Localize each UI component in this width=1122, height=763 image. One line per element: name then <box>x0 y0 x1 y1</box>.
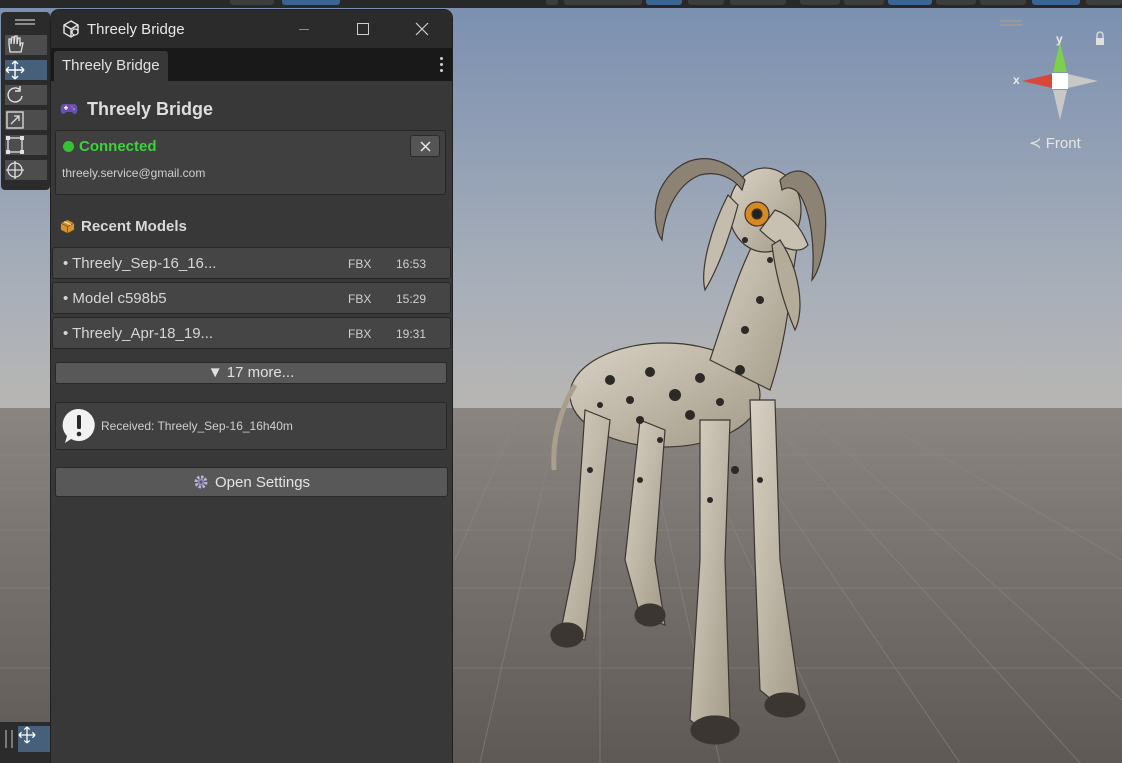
recent-model-row[interactable]: • Threely_Apr-18_19... FBX 19:31 <box>52 317 451 349</box>
transform-tool-icon <box>6 161 24 179</box>
hand-tool-icon <box>8 35 24 53</box>
view-mode-toggle[interactable]: ≺ Front <box>1029 134 1081 152</box>
toolbar-segment[interactable] <box>844 0 884 5</box>
panel-title: Threely Bridge <box>87 98 214 119</box>
toolbar-segment[interactable] <box>1086 0 1122 5</box>
panel-header: Threely Bridge <box>60 96 213 122</box>
toolbar-segment[interactable] <box>546 0 558 5</box>
scene-top-toolbar <box>0 0 1122 8</box>
toolbar-segment[interactable] <box>980 0 1026 5</box>
model-format: FBX <box>348 327 372 341</box>
exclamation-bubble-icon <box>62 408 95 443</box>
app-cube-icon <box>63 20 79 38</box>
rect-tool-icon <box>6 136 24 154</box>
chevron-left-icon: ≺ <box>1029 135 1042 152</box>
gamepad-icon <box>60 104 78 114</box>
toolbar-segment[interactable] <box>800 0 840 5</box>
toolbar-segment[interactable] <box>888 0 932 5</box>
overlay-toolbar-grip[interactable] <box>5 730 13 748</box>
rotate-tool-button[interactable] <box>4 84 48 106</box>
account-email: threely.service@gmail.com <box>62 166 206 180</box>
move-tool-button-small[interactable] <box>18 726 52 752</box>
threely-bridge-window: Threely Bridge Threely Bridge Threely Br… <box>51 10 452 763</box>
show-more-button[interactable]: ▼ 17 more... <box>55 362 447 384</box>
view-mode-label: Front <box>1045 135 1081 152</box>
connection-status-box: Connected threely.service@gmail.com <box>55 130 446 195</box>
tool-palette-grip[interactable] <box>15 19 35 25</box>
minimize-icon <box>299 28 309 30</box>
model-time: 19:31 <box>396 327 427 341</box>
orientation-gizmo[interactable]: y x ≺ Front <box>1000 16 1122 166</box>
model-format: FBX <box>348 257 372 271</box>
rotate-tool-icon <box>7 86 23 103</box>
move-tool-icon <box>5 60 25 80</box>
tab-threely-bridge[interactable]: Threely Bridge <box>54 51 168 81</box>
recent-models-label: Recent Models <box>81 217 187 235</box>
toolbar-segment[interactable] <box>564 0 642 5</box>
toolbar-segment[interactable] <box>936 0 976 5</box>
toolbar-segment[interactable] <box>282 0 340 5</box>
notification-message: Received: Threely_Sep-16_16h40m <box>101 419 293 433</box>
open-settings-label: Open Settings <box>214 473 311 491</box>
tab-strip: Threely Bridge <box>51 48 452 81</box>
open-settings-button[interactable]: Open Settings <box>55 467 448 497</box>
toolbar-segment[interactable] <box>730 0 786 5</box>
model-format: FBX <box>348 292 372 306</box>
model-name: • Threely_Apr-18_19... <box>63 325 214 342</box>
maximize-icon <box>357 23 369 35</box>
scale-tool-icon <box>6 111 24 129</box>
recent-models-header: Recent Models <box>60 216 187 236</box>
connection-status: Connected <box>79 138 157 155</box>
tool-palette <box>1 12 50 190</box>
toolbar-segment[interactable] <box>688 0 724 5</box>
window-title: Threely Bridge <box>87 21 185 38</box>
maximize-button[interactable] <box>335 10 391 48</box>
model-time: 16:53 <box>396 257 427 271</box>
window-title-bar[interactable]: Threely Bridge <box>51 10 452 48</box>
model-name: • Model c598b5 <box>63 290 167 307</box>
model-name: • Threely_Sep-16_16... <box>63 255 217 272</box>
hand-tool-button[interactable] <box>4 34 48 56</box>
transform-tool-button[interactable] <box>4 159 48 181</box>
gizmo-y-label: y <box>1056 32 1063 46</box>
close-icon <box>415 22 429 36</box>
scale-tool-button[interactable] <box>4 109 48 131</box>
close-window-button[interactable] <box>394 10 450 48</box>
toolbar-segment[interactable] <box>230 0 274 5</box>
rect-tool-button[interactable] <box>4 134 48 156</box>
notification-box: Received: Threely_Sep-16_16h40m <box>55 402 447 450</box>
move-tool-button[interactable] <box>4 59 48 81</box>
package-box-icon <box>60 219 75 233</box>
move-tool-icon <box>18 726 36 744</box>
gear-icon <box>194 475 208 489</box>
status-dot-icon <box>63 141 74 152</box>
recent-model-row[interactable]: • Threely_Sep-16_16... FBX 16:53 <box>52 247 451 279</box>
close-icon <box>419 140 431 152</box>
recent-model-row[interactable]: • Model c598b5 FBX 15:29 <box>52 282 451 314</box>
model-time: 15:29 <box>396 292 427 306</box>
overlay-toolbar <box>0 722 52 763</box>
gizmo-x-label: x <box>1013 73 1020 87</box>
minimize-button[interactable] <box>276 10 332 48</box>
toolbar-segment[interactable] <box>1032 0 1080 5</box>
more-options-icon[interactable] <box>435 54 447 74</box>
toolbar-segment[interactable] <box>646 0 682 5</box>
disconnect-button[interactable] <box>410 135 440 157</box>
